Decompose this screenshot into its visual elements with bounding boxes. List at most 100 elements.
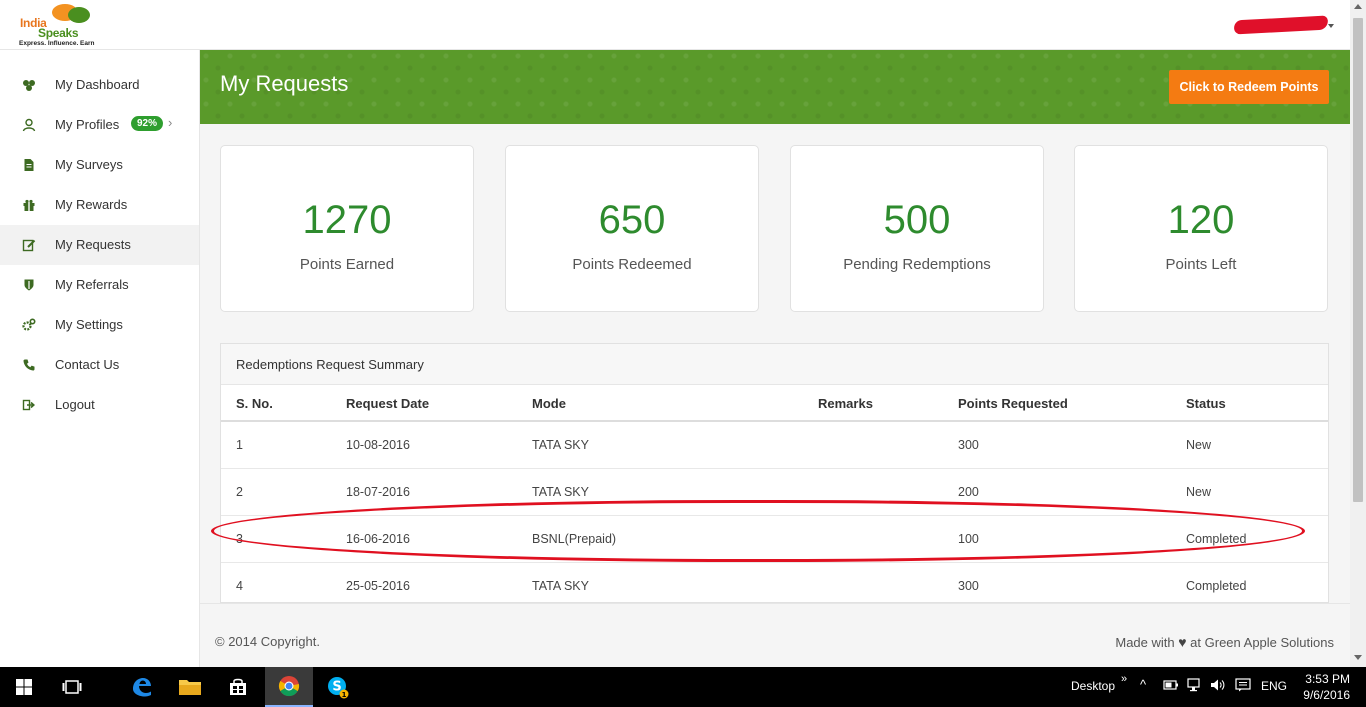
sidebar-item-label: Contact Us (55, 357, 120, 372)
task-view-button[interactable] (48, 667, 96, 707)
sidebar-item-contact[interactable]: Contact Us (0, 345, 199, 385)
table-row: 2 18-07-2016 TATA SKY 200 New (221, 469, 1328, 516)
stat-label: Points Left (1165, 256, 1237, 273)
scroll-up-arrow-icon[interactable] (1354, 4, 1362, 9)
copyright-text: © 2014 Copyright. (215, 634, 320, 649)
chrome-icon (278, 676, 300, 697)
cell-points-requested: 100 (958, 532, 979, 546)
sidebar-item-label: My Dashboard (55, 77, 140, 92)
action-center-icon[interactable] (1235, 678, 1251, 695)
credit-text: Made with ♥ at Green Apple Solutions (1115, 634, 1334, 650)
column-header-status: Status (1186, 396, 1226, 411)
input-language-indicator[interactable]: ENG (1261, 679, 1287, 693)
stat-label: Points Earned (299, 256, 395, 273)
redacted-username[interactable] (1233, 15, 1329, 35)
table-row: 3 16-06-2016 BSNL(Prepaid) 100 Completed (221, 516, 1328, 563)
stat-value: 1270 (302, 198, 392, 242)
gears-icon (22, 318, 36, 332)
stat-card-points-earned: 1270 Points Earned (220, 145, 474, 312)
stat-label: Points Redeemed (572, 256, 692, 273)
chrome-button[interactable] (265, 667, 313, 707)
cell-sno: 1 (236, 438, 243, 452)
cell-sno: 2 (236, 485, 243, 499)
cell-status: Completed (1186, 579, 1247, 593)
clock-date: 9/6/2016 (1303, 688, 1350, 702)
cell-sno: 3 (236, 532, 243, 546)
column-header-request-date: Request Date (346, 396, 430, 411)
cell-mode: TATA SKY (532, 485, 589, 499)
cell-points-requested: 200 (958, 485, 979, 499)
show-hidden-icons-icon[interactable]: ^ (1140, 677, 1146, 692)
redemptions-summary-panel: Redemptions Request Summary S. No. Reque… (220, 343, 1329, 603)
redeem-points-button[interactable]: Click to Redeem Points (1169, 70, 1329, 104)
sidebar-item-label: Logout (55, 397, 95, 412)
scrollbar-thumb[interactable] (1353, 18, 1363, 502)
logo-tagline: Express. Influence. Earn (19, 40, 95, 47)
vertical-scrollbar[interactable] (1350, 0, 1366, 667)
profile-completion-badge: 92% (131, 116, 164, 131)
logout-icon (22, 398, 36, 412)
sidebar-item-label: My Settings (55, 317, 123, 332)
start-button[interactable] (0, 667, 48, 707)
toolbar-expand-icon[interactable]: » (1121, 673, 1127, 685)
cell-request-date: 25-05-2016 (346, 579, 410, 593)
user-icon (22, 118, 36, 132)
desktop-toolbar-label[interactable]: Desktop (1071, 679, 1115, 693)
system-clock[interactable]: 3:53 PM 9/6/2016 (1300, 671, 1350, 703)
user-menu-caret-icon[interactable] (1328, 24, 1334, 28)
sidebar-item-referrals[interactable]: My Referrals (0, 265, 199, 305)
made-with-label: Made with (1115, 635, 1175, 650)
stat-card-pending-redemptions: 500 Pending Redemptions (790, 145, 1044, 312)
sidebar-item-settings[interactable]: My Settings (0, 305, 199, 345)
column-header-mode: Mode (532, 396, 566, 411)
edge-icon (133, 678, 151, 697)
store-bag-icon (230, 678, 246, 695)
shield-icon (22, 278, 36, 292)
cell-mode: TATA SKY (532, 438, 589, 452)
store-button[interactable] (214, 667, 262, 707)
stat-value: 500 (883, 198, 951, 242)
scroll-down-arrow-icon[interactable] (1354, 655, 1362, 660)
sidebar-item-logout[interactable]: Logout (0, 385, 199, 425)
page-title: My Requests (220, 71, 349, 96)
page-header-banner: My Requests Click to Redeem Points (200, 50, 1350, 124)
table-row: 1 10-08-2016 TATA SKY 300 New (221, 422, 1328, 469)
stat-card-points-left: 120 Points Left (1074, 145, 1328, 312)
windows-taskbar: S1 Desktop » ^ ENG 3:53 PM 9/6/2016 (0, 667, 1366, 707)
skype-button[interactable]: S1 (314, 667, 362, 707)
sidebar-item-profiles[interactable]: My Profiles 92% › (0, 105, 199, 145)
phone-icon (22, 358, 36, 372)
credit-suffix: at Green Apple Solutions (1190, 635, 1334, 650)
stat-label: Pending Redemptions (843, 256, 991, 273)
panel-title: Redemptions Request Summary (236, 357, 424, 372)
footer: © 2014 Copyright. Made with ♥ at Green A… (200, 603, 1350, 667)
sidebar-item-surveys[interactable]: My Surveys (0, 145, 199, 185)
cell-mode: BSNL(Prepaid) (532, 532, 617, 546)
sidebar-item-rewards[interactable]: My Rewards (0, 185, 199, 225)
skype-icon: S1 (328, 677, 349, 699)
sidebar-item-label: My Profiles (55, 117, 120, 132)
sidebar-item-requests[interactable]: My Requests (0, 225, 199, 265)
task-view-icon (62, 680, 82, 694)
sidebar-item-label: My Surveys (55, 157, 123, 172)
cell-points-requested: 300 (958, 438, 979, 452)
network-icon[interactable] (1187, 678, 1203, 695)
edit-icon (22, 238, 36, 252)
edge-browser-button[interactable] (118, 667, 166, 707)
logo-word-speaks: Speaks (38, 26, 79, 40)
battery-icon[interactable] (1163, 678, 1179, 695)
document-icon (22, 158, 36, 172)
stat-value: 650 (598, 198, 666, 242)
india-speaks-logo[interactable]: India Speaks Express. Influence. Earn (16, 2, 116, 48)
chevron-right-icon: › (168, 115, 173, 130)
cell-sno: 4 (236, 579, 243, 593)
top-bar: India Speaks Express. Influence. Earn (0, 0, 1350, 50)
volume-icon[interactable] (1210, 678, 1226, 695)
column-header-remarks: Remarks (818, 396, 873, 411)
sidebar-item-label: My Rewards (55, 197, 128, 212)
sidebar: My Dashboard My Profiles 92% › My Survey… (0, 50, 200, 667)
sidebar-item-dashboard[interactable]: My Dashboard (0, 65, 199, 105)
cell-request-date: 16-06-2016 (346, 532, 410, 546)
file-explorer-button[interactable] (166, 667, 214, 707)
clock-time: 3:53 PM (1305, 672, 1350, 686)
